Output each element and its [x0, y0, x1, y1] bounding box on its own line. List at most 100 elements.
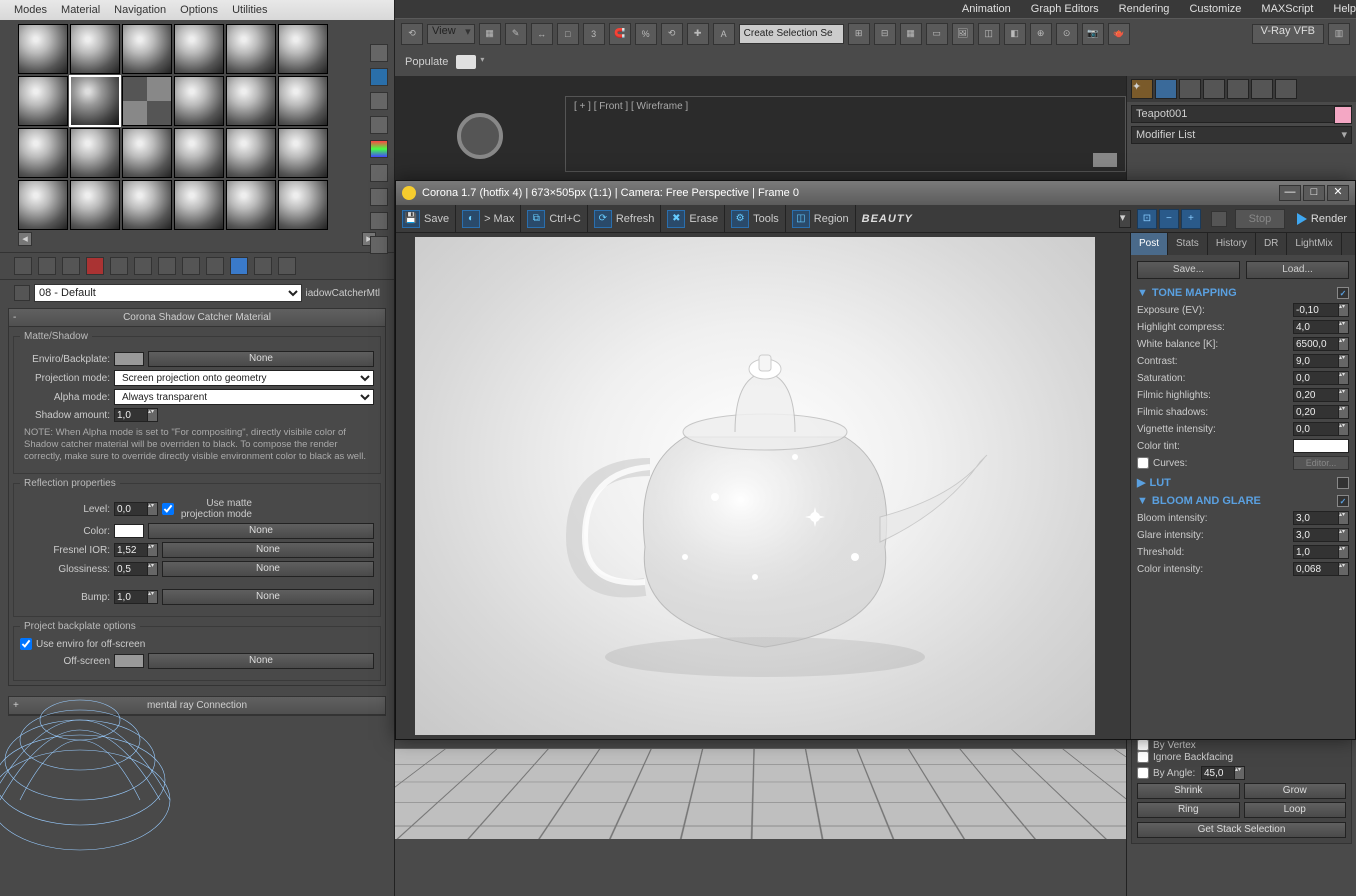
toolbar-icon[interactable]: ▥ [1328, 23, 1350, 45]
fresnel-map-button[interactable]: None [162, 542, 374, 558]
material-slot[interactable] [174, 24, 224, 74]
viewcube-icon[interactable] [457, 113, 503, 159]
wb-input[interactable] [1293, 337, 1339, 351]
mat-tool-icon[interactable] [86, 257, 104, 275]
spinner-arrows[interactable]: ▴▾ [1339, 303, 1349, 317]
filmic-h-input[interactable] [1293, 388, 1339, 402]
mat-tool-icon[interactable] [38, 257, 56, 275]
toolbar-icon[interactable]: 🖼 [952, 23, 974, 45]
shrink-button[interactable]: Shrink [1137, 783, 1240, 799]
mat-tool-icon[interactable] [254, 257, 272, 275]
side-tool-icon[interactable] [370, 236, 388, 254]
bump-map-button[interactable]: None [162, 589, 374, 605]
bloom-intensity-input[interactable] [1293, 511, 1339, 525]
side-tool-icon[interactable] [370, 68, 388, 86]
toolbar-icon[interactable]: ⊞ [848, 23, 870, 45]
vfb-titlebar[interactable]: Corona 1.7 (hotfix 4) | 673×505px (1:1) … [396, 181, 1355, 205]
me-menu-options[interactable]: Options [180, 4, 218, 16]
material-slot[interactable] [18, 180, 68, 230]
projection-dropdown[interactable]: Screen projection onto geometry [114, 370, 374, 386]
spinner-arrows[interactable]: ▴▾ [1339, 545, 1349, 559]
use-matte-checkbox[interactable]: Use matte projection mode [162, 498, 252, 520]
side-tool-icon[interactable] [370, 188, 388, 206]
refresh-button[interactable]: Refresh [616, 213, 655, 225]
scroll-left-button[interactable]: ◂ [18, 232, 32, 246]
gloss-map-button[interactable]: None [162, 561, 374, 577]
material-slot[interactable] [226, 24, 276, 74]
erase-button[interactable]: Erase [689, 213, 718, 225]
menu-animation[interactable]: Animation [962, 3, 1011, 15]
save-settings-button[interactable]: Save... [1137, 261, 1240, 279]
save-button[interactable]: Save [424, 213, 449, 225]
zoom-fit-button[interactable]: ⊡ [1137, 209, 1157, 229]
spinner-arrows[interactable]: ▴▾ [1339, 511, 1349, 525]
mat-tool-icon[interactable] [206, 257, 224, 275]
viewport-front[interactable]: [ + ] [ Front ] [ Wireframe ] [565, 96, 1126, 172]
side-tool-icon[interactable] [370, 116, 388, 134]
max-icon[interactable]: ◐ [462, 210, 480, 228]
toolbar-icon[interactable]: ↔ [531, 23, 553, 45]
erase-icon[interactable]: ✖ [667, 210, 685, 228]
material-slot[interactable] [122, 76, 172, 126]
material-slot[interactable] [122, 180, 172, 230]
tab-lightmix[interactable]: LightMix [1287, 233, 1341, 255]
toolbar-icon[interactable]: ⟲ [401, 23, 423, 45]
zoom-out-button[interactable]: − [1159, 209, 1179, 229]
tone-mapping-header[interactable]: ▼TONE MAPPING✓ [1137, 287, 1349, 299]
highlight-input[interactable] [1293, 320, 1339, 334]
create-selection-input[interactable] [739, 24, 844, 44]
enviro-map-button[interactable]: None [148, 351, 374, 367]
alpha-dropdown[interactable]: Always transparent [114, 389, 374, 405]
toolbar-icon[interactable]: ✎ [505, 23, 527, 45]
material-slot[interactable] [18, 128, 68, 178]
object-color-swatch[interactable] [1334, 106, 1352, 124]
view-dropdown[interactable]: View [427, 24, 475, 44]
lut-header[interactable]: ▶LUT [1137, 476, 1349, 489]
mat-tool-icon[interactable] [230, 257, 248, 275]
viewport-perspective[interactable] [395, 716, 1126, 896]
material-slot[interactable] [226, 76, 276, 126]
material-slot[interactable] [278, 76, 328, 126]
tone-enable-checkbox[interactable]: ✓ [1337, 287, 1349, 299]
use-enviro-checkbox[interactable]: Use enviro for off-screen [20, 638, 374, 650]
spinner-arrows[interactable]: ▴▾ [148, 590, 158, 604]
side-tool-icon[interactable] [370, 92, 388, 110]
spinner-arrows[interactable]: ▴▾ [1235, 766, 1245, 780]
toolbar-icon[interactable]: 🫖 [1108, 23, 1130, 45]
spinner-arrows[interactable]: ▴▾ [1339, 562, 1349, 576]
tab-history[interactable]: History [1208, 233, 1256, 255]
spinner-arrows[interactable]: ▴▾ [1339, 405, 1349, 419]
loop-button[interactable]: Loop [1244, 802, 1347, 818]
material-slot[interactable] [278, 180, 328, 230]
load-settings-button[interactable]: Load... [1246, 261, 1349, 279]
refl-color-swatch[interactable] [114, 524, 144, 538]
tools-icon[interactable]: ⚙ [731, 210, 749, 228]
tools-button[interactable]: Tools [753, 213, 779, 225]
enviro-swatch[interactable] [114, 352, 144, 366]
ctrlc-button[interactable]: Ctrl+C [549, 213, 580, 225]
material-slot[interactable] [18, 24, 68, 74]
material-slot[interactable] [278, 128, 328, 178]
curves-checkbox[interactable]: Curves: [1137, 457, 1187, 469]
material-slot[interactable] [226, 128, 276, 178]
object-name-field[interactable]: Teapot001 [1131, 105, 1352, 123]
ring-button[interactable]: Ring [1137, 802, 1240, 818]
populate-dropdown[interactable] [456, 55, 476, 69]
maximize-button[interactable]: □ [1303, 185, 1325, 201]
shadow-amount-input[interactable] [114, 408, 148, 422]
by-angle-input[interactable] [1201, 766, 1235, 780]
vfb-render-area[interactable] [396, 233, 1130, 739]
toolbar-icon[interactable]: 🧲 [609, 23, 631, 45]
tint-swatch[interactable] [1293, 439, 1349, 453]
toolbar-icon[interactable]: ◫ [978, 23, 1000, 45]
stop-button[interactable]: Stop [1235, 209, 1285, 229]
menu-maxscript[interactable]: MAXScript [1261, 3, 1313, 15]
mat-tool-icon[interactable] [62, 257, 80, 275]
region-icon[interactable]: ◫ [792, 210, 810, 228]
spinner-arrows[interactable]: ▴▾ [1339, 371, 1349, 385]
saturation-input[interactable] [1293, 371, 1339, 385]
me-menu-utilities[interactable]: Utilities [232, 4, 267, 16]
mat-tool-icon[interactable] [14, 257, 32, 275]
toolbar-icon[interactable]: ✚ [687, 23, 709, 45]
side-tool-icon[interactable] [370, 44, 388, 62]
